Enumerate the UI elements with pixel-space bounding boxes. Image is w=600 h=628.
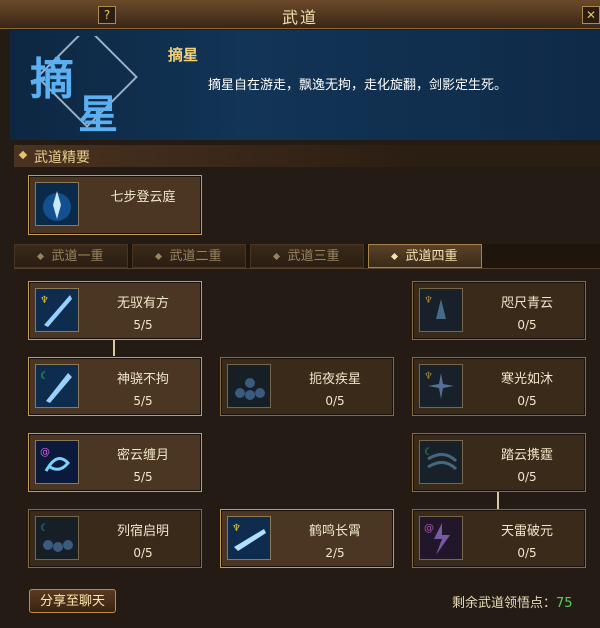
skill-level: 5/5: [133, 318, 153, 332]
skill-name: 无驭有方: [116, 296, 169, 311]
essentials-label: 武道精要: [34, 150, 90, 166]
diamond-icon: [37, 252, 45, 261]
skill-name: 神骁不拘: [116, 372, 169, 387]
points-value: 75: [556, 596, 573, 611]
skill-card[interactable]: ☾ 列宿启明 0/5: [28, 509, 202, 568]
swirl-icon: @: [35, 440, 79, 484]
blade-icon: ☾: [35, 364, 79, 408]
skill-description: 摘星自在游走，飘逸无拘，走化旋翻，剑影定生死。: [208, 78, 508, 93]
window-title: 武道: [281, 8, 318, 27]
skill-name: 摘星: [168, 46, 199, 64]
orbs-icon: ☾: [35, 516, 79, 560]
sparkle-icon: ♆: [419, 364, 463, 408]
skill-level: 0/5: [325, 394, 345, 408]
points-label: 剩余武道领悟点：: [452, 596, 557, 611]
tab-label: 武道三重: [287, 249, 340, 264]
tab-label: 武道二重: [169, 249, 222, 264]
essential-skill-name: 七步登云庭: [110, 190, 176, 205]
svg-text:♆: ♆: [40, 295, 49, 306]
svg-text:☾: ☾: [40, 523, 49, 534]
tab-tier-3[interactable]: 武道三重: [250, 244, 364, 268]
share-to-chat-button[interactable]: 分享至聊天: [29, 589, 116, 613]
skill-card[interactable]: @ 密云缠月 5/5: [28, 433, 202, 492]
skill-level: 0/5: [517, 546, 537, 560]
skill-name: 咫尺青云: [500, 296, 553, 311]
skill-name: 密云缠月: [116, 448, 169, 463]
essential-skill-card[interactable]: 七步登云庭: [28, 175, 202, 235]
svg-text:♆: ♆: [232, 523, 241, 534]
diamond-icon: [273, 252, 281, 261]
diamond-icon: [391, 252, 399, 261]
skill-level: 0/5: [517, 470, 537, 484]
martial-way-window: ? 武道 ✕ 摘 星 摘星 摘星自在游走，飘逸无拘，走化旋翻，剑影定生死。 武道…: [0, 0, 600, 628]
ninja-figure-icon: [35, 182, 79, 226]
diamond-icon: [155, 252, 163, 261]
svg-text:♆: ♆: [424, 295, 433, 306]
close-button[interactable]: ✕: [582, 6, 600, 24]
connector-line: [497, 491, 499, 509]
skill-card[interactable]: 扼夜疾星 0/5: [220, 357, 394, 416]
remaining-points: 剩余武道领悟点：75: [452, 592, 573, 611]
skill-name: 扼夜疾星: [308, 372, 361, 387]
zhaixing-emblem: 摘 星: [30, 36, 138, 134]
svg-text:☾: ☾: [40, 371, 49, 382]
svg-text:♆: ♆: [424, 371, 433, 382]
orbs-icon: [227, 364, 271, 408]
skill-name: 列宿启明: [116, 524, 169, 539]
skill-card[interactable]: ♆ 鹤鸣长霄 2/5: [220, 509, 394, 568]
skill-card[interactable]: ♆ 寒光如沐 0/5: [412, 357, 586, 416]
skill-name: 踏云携霆: [500, 448, 553, 463]
tab-tier-2[interactable]: 武道二重: [132, 244, 246, 268]
svg-text:☾: ☾: [424, 447, 433, 458]
svg-text:@: @: [424, 523, 434, 534]
shadow-figure-icon: ♆: [419, 288, 463, 332]
skill-card[interactable]: ♆ 咫尺青云 0/5: [412, 281, 586, 340]
skill-card[interactable]: ☾ 踏云携霆 0/5: [412, 433, 586, 492]
skill-card[interactable]: @ 天雷破元 0/5: [412, 509, 586, 568]
skill-card[interactable]: ☾ 神骁不拘 5/5: [28, 357, 202, 416]
tab-label: 武道一重: [51, 249, 104, 264]
skill-level: 5/5: [133, 394, 153, 408]
tab-tier-4[interactable]: 武道四重: [368, 244, 482, 268]
skill-level: 0/5: [133, 546, 153, 560]
tier-tabs: 武道一重 武道二重 武道三重 武道四重: [14, 244, 600, 269]
wind-icon: ☾: [419, 440, 463, 484]
skill-level: 2/5: [325, 546, 345, 560]
skill-name: 天雷破元: [500, 524, 553, 539]
essentials-header: 武道精要: [14, 145, 600, 167]
tab-label: 武道四重: [405, 249, 458, 264]
diamond-icon: [18, 150, 28, 160]
skill-card[interactable]: ♆ 无驭有方 5/5: [28, 281, 202, 340]
skill-level: 5/5: [133, 470, 153, 484]
title-bar: ? 武道 ✕: [0, 0, 600, 29]
skill-header: 摘 星 摘星 摘星自在游走，飘逸无拘，走化旋翻，剑影定生死。: [10, 30, 600, 140]
skill-name: 寒光如沐: [500, 372, 553, 387]
skill-name: 鹤鸣长霄: [308, 524, 361, 539]
tab-tier-1[interactable]: 武道一重: [14, 244, 128, 268]
cloud-blade-icon: ♆: [227, 516, 271, 560]
blade-icon: ♆: [35, 288, 79, 332]
emblem-char-1: 摘: [30, 54, 74, 105]
emblem-char-2: 星: [78, 91, 118, 134]
svg-text:@: @: [40, 447, 50, 458]
skill-level: 0/5: [517, 318, 537, 332]
connector-line: [113, 338, 115, 356]
lightning-figure-icon: @: [419, 516, 463, 560]
skill-level: 0/5: [517, 394, 537, 408]
